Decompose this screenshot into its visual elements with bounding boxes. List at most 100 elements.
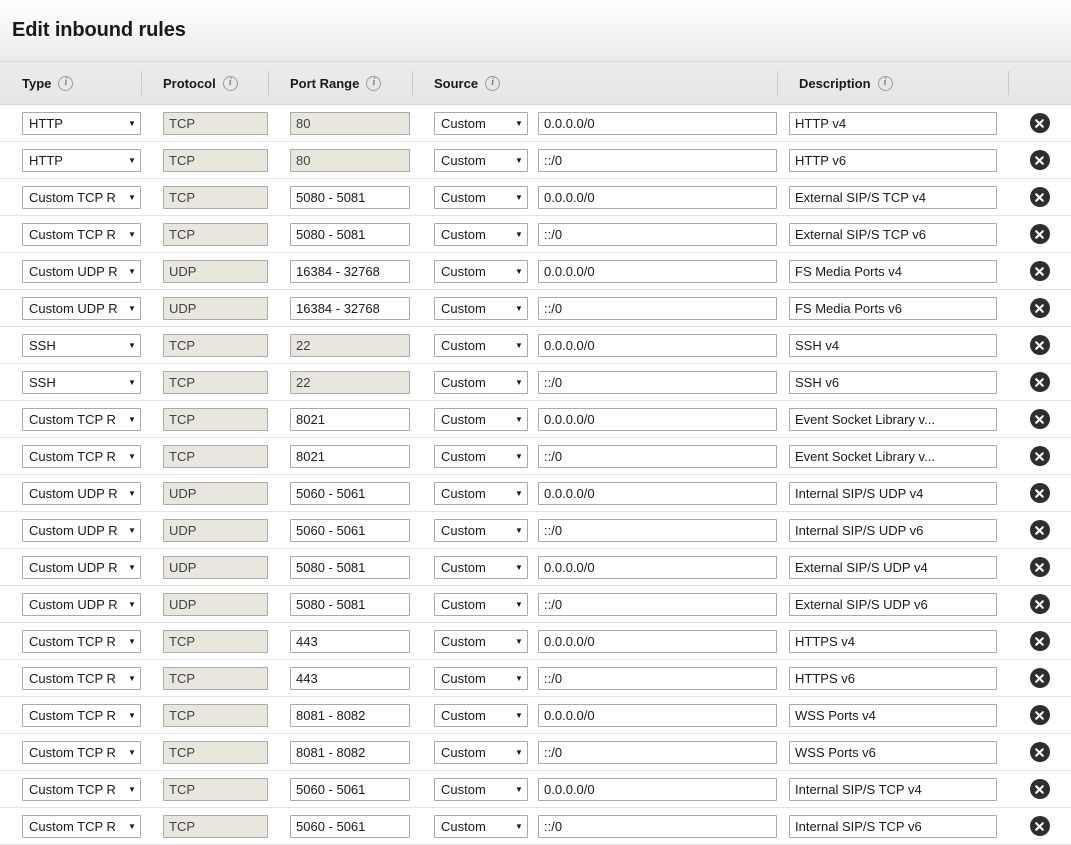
delete-rule-button[interactable] bbox=[1029, 631, 1050, 651]
description-input[interactable]: Event Socket Library v... bbox=[789, 407, 997, 431]
port-range-input[interactable]: 16384 - 32768 bbox=[290, 296, 410, 320]
delete-rule-button[interactable] bbox=[1029, 779, 1050, 799]
description-input[interactable]: SSH v4 bbox=[789, 333, 997, 357]
type-select[interactable]: Custom TCP R ▼ bbox=[22, 407, 141, 431]
type-select[interactable]: Custom UDP R ▼ bbox=[22, 592, 141, 616]
port-range-input[interactable]: 8021 bbox=[290, 444, 410, 468]
type-select[interactable]: Custom TCP R ▼ bbox=[22, 740, 141, 764]
port-range-input[interactable]: 5080 - 5081 bbox=[290, 555, 410, 579]
description-input[interactable]: Event Socket Library v... bbox=[789, 444, 997, 468]
source-select[interactable]: Custom ▼ bbox=[434, 148, 529, 172]
description-input[interactable]: Internal SIP/S TCP v4 bbox=[789, 777, 997, 801]
type-select[interactable]: SSH ▼ bbox=[22, 333, 141, 357]
source-cidr-input[interactable]: ::/0 bbox=[538, 814, 777, 838]
delete-rule-button[interactable] bbox=[1029, 557, 1050, 577]
type-select[interactable]: Custom UDP R ▼ bbox=[22, 555, 141, 579]
source-select[interactable]: Custom ▼ bbox=[434, 629, 529, 653]
source-cidr-input[interactable]: 0.0.0.0/0 bbox=[538, 481, 777, 505]
description-input[interactable]: FS Media Ports v6 bbox=[789, 296, 997, 320]
source-select[interactable]: Custom ▼ bbox=[434, 111, 529, 135]
port-range-input[interactable]: 443 bbox=[290, 666, 410, 690]
delete-rule-button[interactable] bbox=[1029, 372, 1050, 392]
info-icon[interactable]: i bbox=[222, 75, 238, 91]
source-cidr-input[interactable]: ::/0 bbox=[538, 740, 777, 764]
port-range-input[interactable]: 8081 - 8082 bbox=[290, 740, 410, 764]
source-cidr-input[interactable]: 0.0.0.0/0 bbox=[538, 407, 777, 431]
type-select[interactable]: Custom TCP R ▼ bbox=[22, 703, 141, 727]
source-cidr-input[interactable]: ::/0 bbox=[538, 518, 777, 542]
port-range-input[interactable]: 5080 - 5081 bbox=[290, 592, 410, 616]
description-input[interactable]: HTTPS v4 bbox=[789, 629, 997, 653]
port-range-input[interactable]: 5060 - 5061 bbox=[290, 777, 410, 801]
type-select[interactable]: Custom TCP R ▼ bbox=[22, 444, 141, 468]
source-select[interactable]: Custom ▼ bbox=[434, 222, 529, 246]
description-input[interactable]: FS Media Ports v4 bbox=[789, 259, 997, 283]
description-input[interactable]: WSS Ports v6 bbox=[789, 740, 997, 764]
source-select[interactable]: Custom ▼ bbox=[434, 370, 529, 394]
port-range-input[interactable]: 5080 - 5081 bbox=[290, 185, 410, 209]
delete-rule-button[interactable] bbox=[1029, 298, 1050, 318]
source-select[interactable]: Custom ▼ bbox=[434, 333, 529, 357]
source-cidr-input[interactable]: 0.0.0.0/0 bbox=[538, 777, 777, 801]
type-select[interactable]: HTTP ▼ bbox=[22, 148, 141, 172]
port-range-input[interactable]: 5060 - 5061 bbox=[290, 481, 410, 505]
source-cidr-input[interactable]: 0.0.0.0/0 bbox=[538, 629, 777, 653]
description-input[interactable]: External SIP/S TCP v6 bbox=[789, 222, 997, 246]
source-select[interactable]: Custom ▼ bbox=[434, 777, 529, 801]
source-select[interactable]: Custom ▼ bbox=[434, 259, 529, 283]
info-icon[interactable]: i bbox=[485, 75, 501, 91]
delete-rule-button[interactable] bbox=[1029, 594, 1050, 614]
description-input[interactable]: SSH v6 bbox=[789, 370, 997, 394]
source-cidr-input[interactable]: 0.0.0.0/0 bbox=[538, 333, 777, 357]
delete-rule-button[interactable] bbox=[1029, 187, 1050, 207]
delete-rule-button[interactable] bbox=[1029, 483, 1050, 503]
description-input[interactable]: WSS Ports v4 bbox=[789, 703, 997, 727]
type-select[interactable]: Custom UDP R ▼ bbox=[22, 296, 141, 320]
info-icon[interactable]: i bbox=[877, 75, 893, 91]
type-select[interactable]: Custom TCP R ▼ bbox=[22, 814, 141, 838]
source-cidr-input[interactable]: 0.0.0.0/0 bbox=[538, 111, 777, 135]
delete-rule-button[interactable] bbox=[1029, 742, 1050, 762]
description-input[interactable]: Internal SIP/S UDP v6 bbox=[789, 518, 997, 542]
type-select[interactable]: Custom TCP R ▼ bbox=[22, 185, 141, 209]
port-range-input[interactable]: 5080 - 5081 bbox=[290, 222, 410, 246]
delete-rule-button[interactable] bbox=[1029, 705, 1050, 725]
delete-rule-button[interactable] bbox=[1029, 335, 1050, 355]
info-icon[interactable]: i bbox=[366, 75, 382, 91]
source-select[interactable]: Custom ▼ bbox=[434, 185, 529, 209]
port-range-input[interactable]: 5060 - 5061 bbox=[290, 814, 410, 838]
delete-rule-button[interactable] bbox=[1029, 520, 1050, 540]
source-select[interactable]: Custom ▼ bbox=[434, 555, 529, 579]
source-cidr-input[interactable]: ::/0 bbox=[538, 296, 777, 320]
source-select[interactable]: Custom ▼ bbox=[434, 481, 529, 505]
description-input[interactable]: HTTP v6 bbox=[789, 148, 997, 172]
port-range-input[interactable]: 5060 - 5061 bbox=[290, 518, 410, 542]
source-select[interactable]: Custom ▼ bbox=[434, 407, 529, 431]
source-cidr-input[interactable]: 0.0.0.0/0 bbox=[538, 185, 777, 209]
delete-rule-button[interactable] bbox=[1029, 224, 1050, 244]
description-input[interactable]: Internal SIP/S TCP v6 bbox=[789, 814, 997, 838]
description-input[interactable]: External SIP/S UDP v6 bbox=[789, 592, 997, 616]
source-cidr-input[interactable]: ::/0 bbox=[538, 444, 777, 468]
source-select[interactable]: Custom ▼ bbox=[434, 444, 529, 468]
source-cidr-input[interactable]: ::/0 bbox=[538, 370, 777, 394]
description-input[interactable]: External SIP/S TCP v4 bbox=[789, 185, 997, 209]
source-select[interactable]: Custom ▼ bbox=[434, 592, 529, 616]
description-input[interactable]: HTTPS v6 bbox=[789, 666, 997, 690]
type-select[interactable]: Custom TCP R ▼ bbox=[22, 222, 141, 246]
source-cidr-input[interactable]: ::/0 bbox=[538, 666, 777, 690]
description-input[interactable]: Internal SIP/S UDP v4 bbox=[789, 481, 997, 505]
source-select[interactable]: Custom ▼ bbox=[434, 518, 529, 542]
delete-rule-button[interactable] bbox=[1029, 113, 1050, 133]
source-select[interactable]: Custom ▼ bbox=[434, 740, 529, 764]
port-range-input[interactable]: 8021 bbox=[290, 407, 410, 431]
delete-rule-button[interactable] bbox=[1029, 446, 1050, 466]
description-input[interactable]: External SIP/S UDP v4 bbox=[789, 555, 997, 579]
type-select[interactable]: Custom TCP R ▼ bbox=[22, 629, 141, 653]
info-icon[interactable]: i bbox=[58, 75, 74, 91]
type-select[interactable]: HTTP ▼ bbox=[22, 111, 141, 135]
source-select[interactable]: Custom ▼ bbox=[434, 296, 529, 320]
port-range-input[interactable]: 8081 - 8082 bbox=[290, 703, 410, 727]
type-select[interactable]: Custom UDP R ▼ bbox=[22, 259, 141, 283]
source-select[interactable]: Custom ▼ bbox=[434, 703, 529, 727]
